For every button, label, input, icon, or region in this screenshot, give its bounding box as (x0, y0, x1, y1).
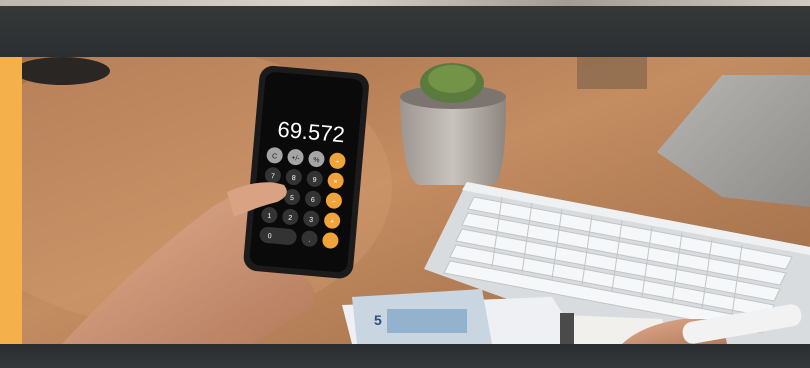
key-6: 6 (311, 197, 316, 204)
key-8: 8 (291, 175, 296, 182)
smartphone: 69.572 C +/- % ÷ 7 8 9 × 5 6 − 1 2 3 + 0… (243, 65, 369, 279)
header-band (0, 6, 810, 57)
key-percent: % (313, 157, 320, 165)
key-c: C (272, 153, 278, 160)
key-0: 0 (267, 233, 272, 240)
key-7: 7 (271, 173, 276, 180)
key-2: 2 (288, 215, 293, 222)
desk-calculator-scene: 5 69.572 C +/- % ÷ 7 8 9 × 5 6 − 1 2 3 +… (22, 57, 810, 344)
footer-band (0, 344, 810, 368)
key-divide: ÷ (335, 159, 340, 166)
key-plus: + (330, 218, 335, 225)
key-9: 9 (312, 177, 317, 184)
key-minus: − (331, 198, 336, 205)
key-5: 5 (290, 195, 295, 202)
hero-photo: 5 69.572 C +/- % ÷ 7 8 9 × 5 6 − 1 2 3 +… (22, 57, 810, 344)
key-multiply: × (333, 179, 338, 186)
key-3: 3 (309, 217, 314, 224)
key-sign: +/- (291, 155, 301, 163)
accent-stripe (0, 57, 22, 344)
banknote-value: 5 (374, 312, 382, 328)
banknotes: 5 (342, 289, 582, 344)
key-1: 1 (267, 213, 272, 220)
